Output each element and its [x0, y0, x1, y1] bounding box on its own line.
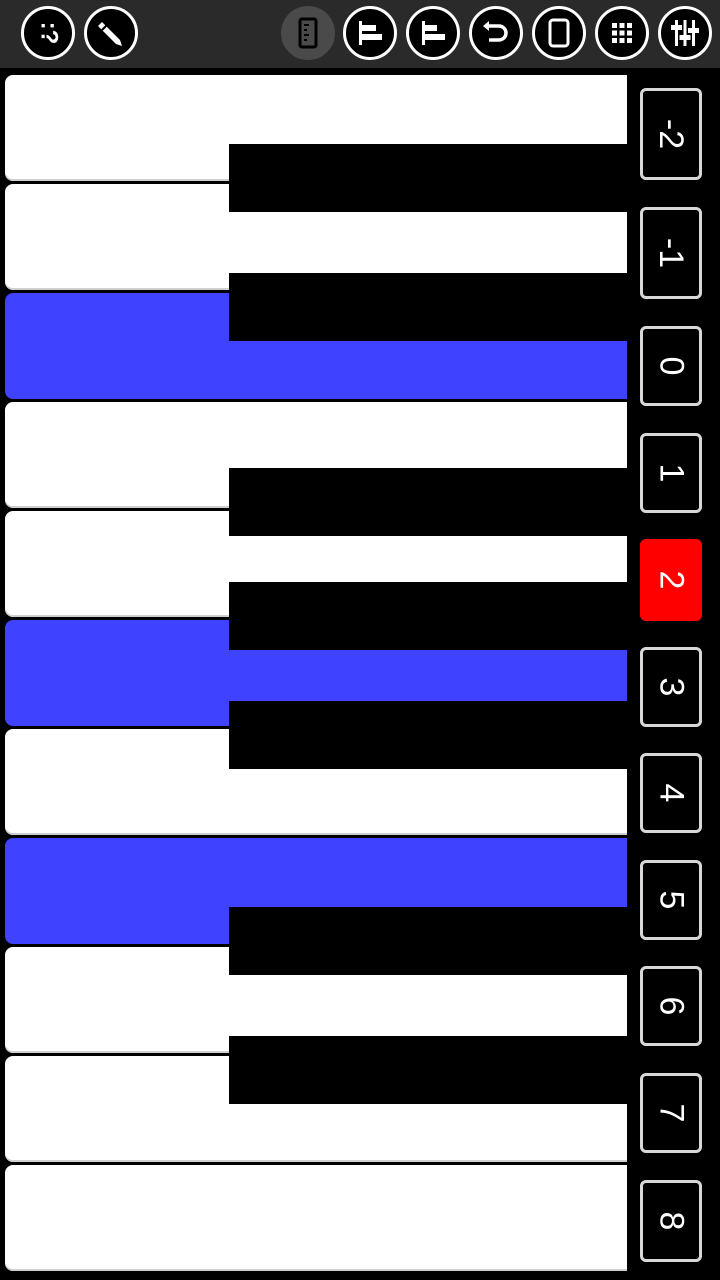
mixer-sliders-icon [671, 20, 699, 46]
grid-icon [612, 23, 632, 43]
align-left-button[interactable] [343, 6, 397, 60]
octave-button[interactable]: 8 [640, 1180, 702, 1262]
black-key[interactable] [229, 907, 627, 975]
octave-button[interactable]: 3 [640, 647, 702, 727]
tablet-button[interactable] [532, 6, 586, 60]
octave-button[interactable]: 7 [640, 1073, 702, 1153]
octave-label: -1 [651, 237, 690, 269]
black-key[interactable] [229, 273, 627, 341]
octave-label: -2 [651, 118, 690, 150]
octave-button[interactable]: 6 [640, 966, 702, 1046]
pencil-icon [98, 22, 122, 46]
octave-button[interactable]: 4 [640, 753, 702, 833]
black-key[interactable] [229, 144, 627, 212]
octave-label: 3 [651, 677, 690, 697]
help-button[interactable]: :? [21, 6, 75, 60]
octave-label: 5 [651, 890, 690, 910]
tablet-rotate-icon [548, 18, 570, 48]
octave-label: 4 [651, 783, 690, 803]
octave-label: 7 [651, 1103, 690, 1123]
octave-button[interactable]: 2 [640, 539, 702, 621]
undo-icon [483, 21, 508, 42]
white-key[interactable] [5, 1165, 627, 1271]
ruler-button[interactable] [281, 6, 335, 60]
black-key[interactable] [229, 651, 627, 701]
grid-button[interactable] [595, 6, 649, 60]
align-left-bars-small-icon [422, 21, 445, 45]
octave-label: 1 [651, 463, 690, 483]
octave-button[interactable]: 5 [640, 860, 702, 940]
black-key[interactable] [229, 468, 627, 536]
black-key[interactable] [229, 701, 627, 769]
octave-label: 8 [651, 1211, 690, 1231]
undo-button[interactable] [469, 6, 523, 60]
black-key[interactable] [229, 1036, 627, 1104]
mixer-button[interactable] [658, 6, 712, 60]
help-icon: :? [35, 21, 62, 45]
octave-button[interactable]: 0 [640, 326, 702, 406]
align-left-bars-icon [359, 21, 382, 45]
octave-button[interactable]: -1 [640, 207, 702, 299]
octave-label: 6 [651, 996, 690, 1016]
pencil-button[interactable] [84, 6, 138, 60]
black-key[interactable] [229, 582, 627, 650]
ruler-icon [298, 17, 318, 49]
octave-label: 2 [651, 570, 690, 590]
toolbar: :? [0, 0, 720, 68]
octave-button[interactable]: 1 [640, 433, 702, 513]
octave-button[interactable]: -2 [640, 88, 702, 180]
align-left-small-button[interactable] [406, 6, 460, 60]
piano-keyboard: -2 -1 0 1 2 3 4 5 6 7 8 [0, 68, 720, 1280]
octave-label: 0 [651, 356, 690, 376]
